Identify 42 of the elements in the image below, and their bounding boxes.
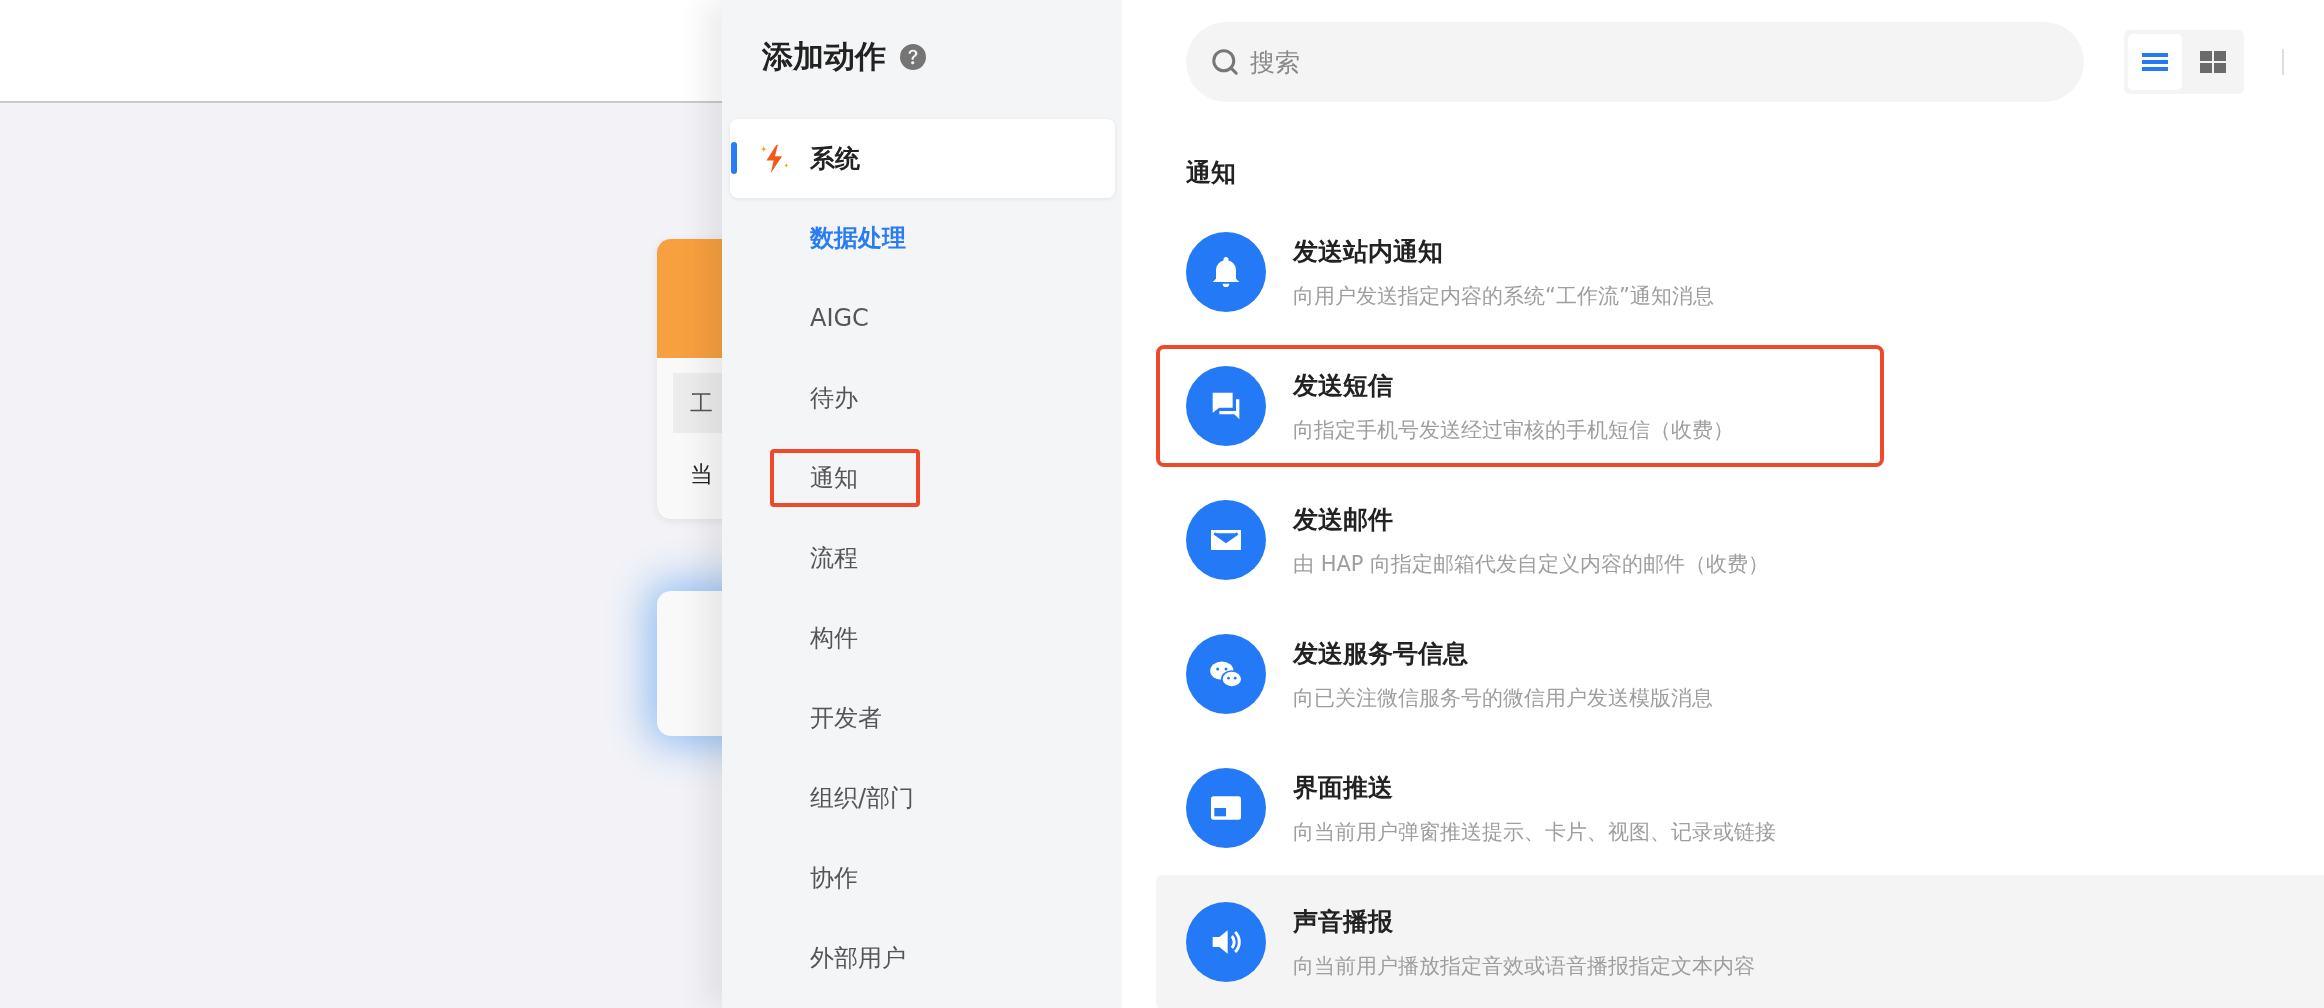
section-heading: 通知 bbox=[1186, 157, 1236, 189]
action-description: 向当前用户弹窗推送提示、卡片、视图、记录或链接 bbox=[1293, 818, 1776, 846]
group-label: 系统 bbox=[810, 143, 860, 175]
panel-title: 添加动作 bbox=[762, 36, 886, 76]
action-description: 向用户发送指定内容的系统“工作流”通知消息 bbox=[1293, 282, 1714, 310]
action-title: 发送短信 bbox=[1293, 369, 1394, 402]
category-item[interactable]: 协作 bbox=[770, 849, 920, 907]
grid-icon bbox=[2200, 51, 2226, 73]
search-bar[interactable]: 搜索 bbox=[1186, 22, 2084, 102]
action-item[interactable]: 发送邮件 由 HAP 向指定邮箱代发自定义内容的邮件（收费） bbox=[1156, 473, 2324, 607]
action-title: 发送服务号信息 bbox=[1293, 637, 1469, 670]
category-item[interactable]: 流程 bbox=[770, 529, 920, 587]
action-description: 向当前用户播放指定音效或语音播报指定文本内容 bbox=[1293, 952, 1755, 980]
category-item[interactable]: 构件 bbox=[770, 609, 920, 667]
action-title: 发送邮件 bbox=[1293, 503, 1394, 536]
category-item[interactable]: 待办 bbox=[770, 369, 920, 427]
category-item[interactable]: AIGC bbox=[770, 289, 931, 347]
action-title: 界面推送 bbox=[1293, 771, 1394, 804]
card-text: 当 bbox=[690, 460, 714, 489]
action-item[interactable]: 发送站内通知 向用户发送指定内容的系统“工作流”通知消息 bbox=[1156, 205, 2324, 339]
search-icon bbox=[1210, 47, 1240, 77]
action-item[interactable]: 发送服务号信息 向已关注微信服务号的微信用户发送模版消息 bbox=[1156, 607, 2324, 741]
search-field[interactable]: 搜索 bbox=[1248, 46, 2060, 78]
action-description: 向已关注微信服务号的微信用户发送模版消息 bbox=[1293, 684, 1713, 712]
active-indicator bbox=[731, 142, 737, 174]
action-description: 向指定手机号发送经过审核的手机短信（收费） bbox=[1293, 416, 1734, 444]
category-item[interactable]: 开发者 bbox=[770, 689, 944, 747]
action-item[interactable]: 发送短信 向指定手机号发送经过审核的手机短信（收费） bbox=[1156, 339, 2324, 473]
action-item[interactable]: 界面推送 向当前用户弹窗推送提示、卡片、视图、记录或链接 bbox=[1156, 741, 2324, 875]
action-description: 由 HAP 向指定邮箱代发自定义内容的邮件（收费） bbox=[1293, 550, 1770, 578]
category-item[interactable]: 通知 bbox=[770, 449, 920, 507]
category-group[interactable]: 系统 bbox=[730, 119, 1115, 198]
list-icon bbox=[2142, 52, 2168, 72]
category-item[interactable]: 外部用户 bbox=[770, 929, 968, 987]
help-icon[interactable] bbox=[900, 43, 926, 70]
category-item[interactable]: 数据处理 bbox=[770, 209, 968, 267]
action-title: 发送站内通知 bbox=[1293, 235, 1444, 268]
action-item[interactable]: 声音播报 向当前用户播放指定音效或语音播报指定文本内容 bbox=[1156, 875, 2324, 1008]
view-mode-button[interactable] bbox=[2128, 34, 2182, 90]
card-field: 工 bbox=[673, 373, 722, 433]
action-title: 声音播报 bbox=[1293, 905, 1394, 938]
category-item[interactable]: 组织/部门 bbox=[770, 769, 977, 827]
